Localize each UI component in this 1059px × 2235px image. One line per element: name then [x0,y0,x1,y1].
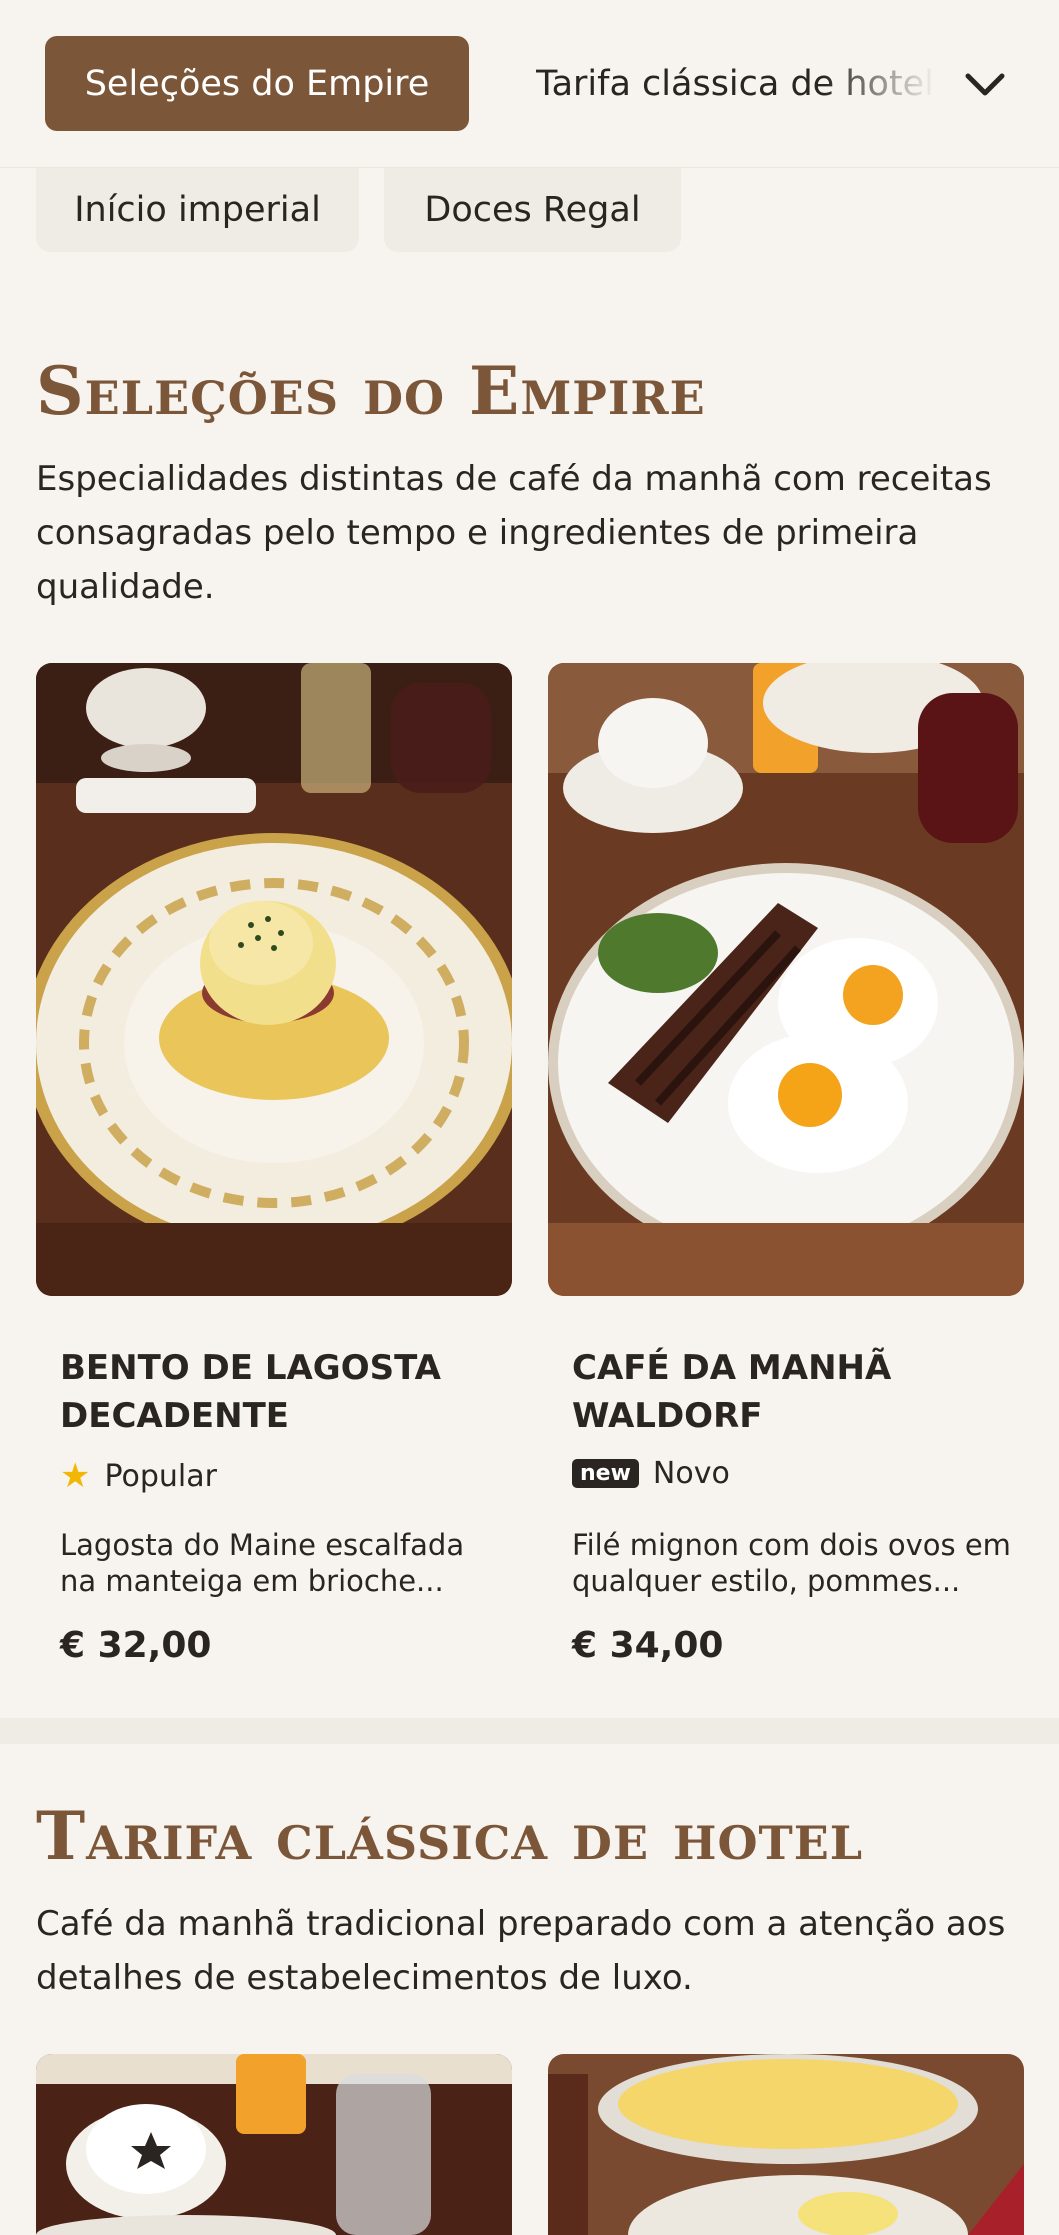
section-description: Especialidades distintas de café da manh… [36,459,992,607]
waldorf-breakfast-photo[interactable] [548,663,1024,1296]
item-tag-label: Popular [104,1458,217,1494]
item-description: Lagosta do Maine escalfada na manteiga e… [60,1528,465,1598]
item-tag-label: Novo [652,1456,730,1491]
item-tag: new Novo [572,1456,730,1491]
lobster-benedict-photo[interactable] [36,663,512,1296]
item-price: € 32,00 [60,1625,212,1666]
star-icon: ★ [60,1456,91,1496]
item-name[interactable]: Bento de Lagosta Decadente [60,1344,490,1440]
section-description: Café da manhã tradicional preparado com … [36,1904,1006,1998]
item-price: € 34,00 [572,1625,724,1666]
section-title: Tarifa clássica de hotel [36,1797,864,1875]
chip-inicio-imperial[interactable]: Início imperial [36,168,359,252]
section-divider [0,1718,1059,1744]
new-badge: new [572,1459,639,1488]
tab-selecoes-do-empire[interactable]: Seleções do Empire [45,36,469,131]
chip-doces-regal[interactable]: Doces Regal [384,168,681,252]
item-description: Filé mignon com dois ovos em qualquer es… [572,1528,1011,1598]
section-title: Seleções do Empire [36,352,706,430]
classic-item-photo[interactable] [548,2054,1024,2235]
tab-tarifa-classica[interactable]: Tarifa clássica de hotel [536,36,936,131]
category-nav: Seleções do Empire Tarifa clássica de ho… [0,0,1059,168]
item-name[interactable]: Café da manhã Waldorf [572,1344,1002,1440]
item-tag: ★ Popular [60,1456,217,1496]
chevron-down-icon[interactable] [960,60,1010,110]
classic-item-photo[interactable] [36,2054,512,2235]
